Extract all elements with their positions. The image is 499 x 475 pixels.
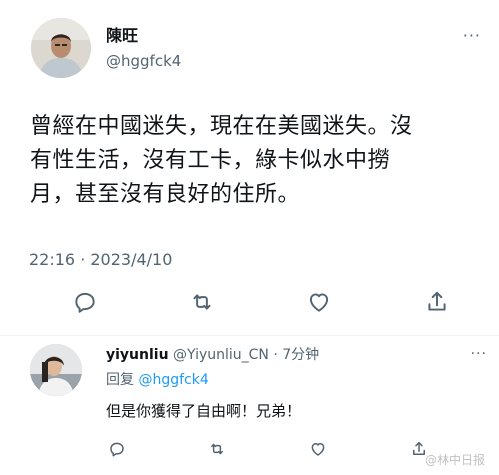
reply-author-meta[interactable]: @Yiyunliu_CN · 7分钟 xyxy=(173,347,319,363)
reply-author-avatar[interactable] xyxy=(30,344,82,396)
share-icon[interactable] xyxy=(424,289,450,315)
reply-icon[interactable] xyxy=(72,289,98,315)
watermark: @林中日报 xyxy=(424,453,485,467)
reply-header: yiyunliu @Yiyunliu_CN · 7分钟 xyxy=(106,346,319,364)
author-handle[interactable]: @hggfck4 xyxy=(106,52,181,70)
more-options-icon[interactable]: ··· xyxy=(463,26,481,45)
tweet-text: 曾經在中國迷失，現在在美國迷失。沒 有性生活，沒有工卡，綠卡似水中撈 月，甚至沒… xyxy=(30,114,413,207)
reply-author-name[interactable]: yiyunliu xyxy=(106,347,169,363)
reply-text: 但是你獲得了自由啊！兄弟！ xyxy=(106,402,302,420)
reply-like-icon[interactable] xyxy=(309,440,327,458)
author-avatar[interactable] xyxy=(31,18,91,78)
reply-reply-icon[interactable] xyxy=(108,440,126,458)
replying-label: 回复 xyxy=(106,372,134,388)
tweet-timestamp[interactable]: 22:16 · 2023/4/10 xyxy=(29,250,172,270)
tweet-divider xyxy=(0,335,499,336)
reply-retweet-icon[interactable] xyxy=(208,440,226,458)
author-photo xyxy=(31,18,91,78)
replying-mention[interactable]: @hggfck4 xyxy=(138,372,208,388)
retweet-icon[interactable] xyxy=(189,289,215,315)
reply-more-options-icon[interactable]: ··· xyxy=(471,346,487,362)
tweet-actions-bar xyxy=(0,289,499,319)
replying-to: 回复 @hggfck4 xyxy=(106,371,209,389)
author-display-name[interactable]: 陳旺 xyxy=(106,26,138,46)
like-icon[interactable] xyxy=(306,289,332,315)
reply-author-photo xyxy=(30,344,82,396)
